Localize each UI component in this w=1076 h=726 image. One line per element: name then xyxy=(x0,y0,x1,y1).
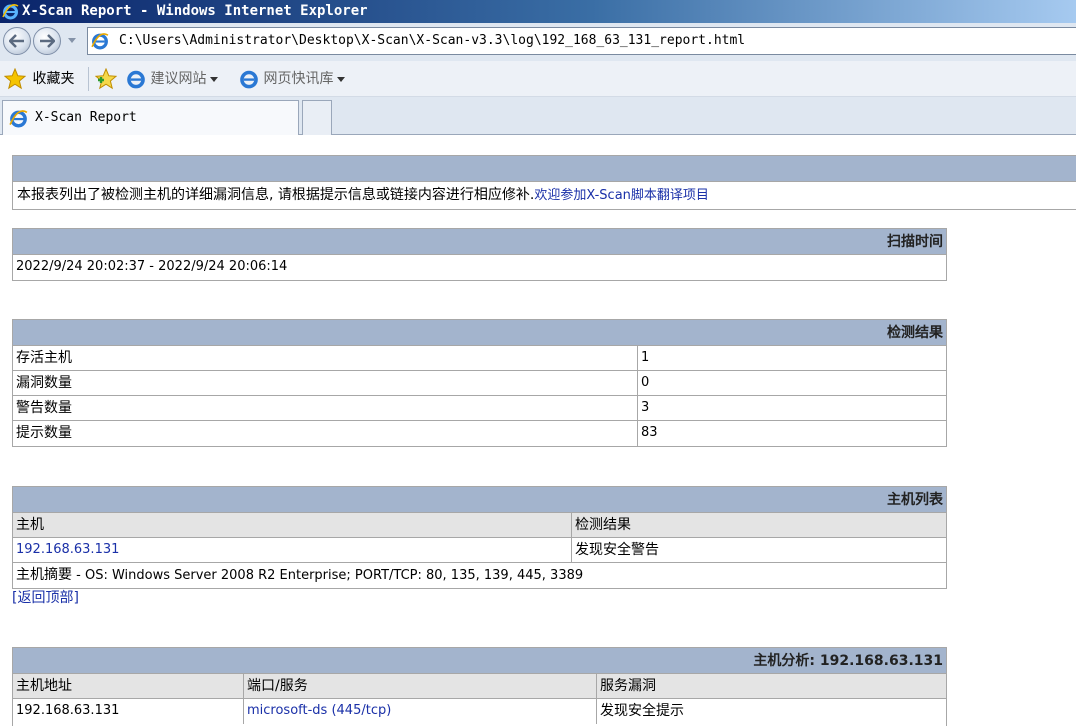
new-tab-button[interactable] xyxy=(302,100,332,135)
address-text: C:\Users\Administrator\Desktop\X-Scan\X-… xyxy=(119,33,746,48)
suggested-sites-button[interactable]: 建议网站 xyxy=(126,61,219,97)
host-summary-cell: 主机摘要 - OS: Windows Server 2008 R2 Enterp… xyxy=(13,563,946,588)
ie-logo-icon xyxy=(2,4,19,20)
host-list-table: 主机列表 主机 检测结果 192.168.63.131 发现安全警告 主机摘要 … xyxy=(12,486,947,589)
result-label: 警告数量 xyxy=(16,400,72,416)
recent-pages-dropdown[interactable] xyxy=(68,38,76,43)
separator xyxy=(88,67,89,91)
col-host-header: 主机 xyxy=(16,517,44,533)
results-row: 警告数量 3 xyxy=(13,396,946,421)
favorites-bar: 收藏夹 建议网站 网页快讯库 xyxy=(0,61,1076,97)
host-cell: 192.168.63.131 xyxy=(13,538,571,562)
host-list-header: 主机列表 xyxy=(13,487,946,513)
arrow-left-icon xyxy=(9,34,24,48)
add-favorite-star-icon xyxy=(94,67,118,90)
host-list-row: 192.168.63.131 发现安全警告 xyxy=(13,538,946,563)
host-analysis-header: 主机分析: 192.168.63.131 xyxy=(13,648,946,674)
results-row: 存活主机 1 xyxy=(13,346,946,371)
result-value: 83 xyxy=(637,421,946,446)
host-summary-label: 主机摘要 xyxy=(16,567,72,583)
result-value: 3 xyxy=(637,396,946,420)
star-icon xyxy=(3,67,27,90)
scan-time-header: 扫描时间 xyxy=(13,229,946,255)
favorites-button[interactable]: 收藏夹 xyxy=(3,61,75,97)
tab-label: X-Scan Report xyxy=(35,110,137,125)
host-analysis-column-headers: 主机地址 端口/服务 服务漏洞 xyxy=(13,674,946,699)
ie-tab-icon xyxy=(9,110,28,128)
forward-button[interactable] xyxy=(33,27,61,55)
intro-header xyxy=(13,156,1076,182)
result-value: 1 xyxy=(637,346,946,370)
scan-time-value: 2022/9/24 20:02:37 - 2022/9/24 20:06:14 xyxy=(16,259,288,274)
host-summary-value: - OS: Windows Server 2008 R2 Enterprise;… xyxy=(72,568,584,583)
translation-project-link[interactable]: 欢迎参加X-Scan脚本翻译项目 xyxy=(534,188,709,203)
ie-icon xyxy=(127,70,145,89)
tab-x-scan-report[interactable]: X-Scan Report xyxy=(2,100,299,135)
port-cell: microsoft-ds (445/tcp) xyxy=(243,699,596,724)
results-row: 漏洞数量 0 xyxy=(13,371,946,396)
result-label: 提示数量 xyxy=(16,425,72,441)
port-service-link[interactable]: microsoft-ds (445/tcp) xyxy=(247,703,391,718)
results-row: 提示数量 83 xyxy=(13,421,946,446)
arrow-right-icon xyxy=(40,34,55,48)
service-vuln: 发现安全提示 xyxy=(596,699,946,724)
back-to-top-link[interactable]: [返回顶部] xyxy=(12,588,79,608)
result-label: 漏洞数量 xyxy=(16,375,72,391)
intro-text: 本报表列出了被检测主机的详细漏洞信息, 请根据提示信息或链接内容进行相应修补. xyxy=(17,187,535,203)
host-link[interactable]: 192.168.63.131 xyxy=(16,542,119,557)
host-result: 发现安全警告 xyxy=(571,538,946,562)
intro-cell: 本报表列出了被检测主机的详细漏洞信息, 请根据提示信息或链接内容进行相应修补.欢… xyxy=(13,182,1076,209)
window-title: X-Scan Report - Windows Internet Explore… xyxy=(22,3,368,19)
host-summary-row: 主机摘要 - OS: Windows Server 2008 R2 Enterp… xyxy=(13,563,946,588)
col-result-header: 检测结果 xyxy=(571,513,946,537)
results-header: 检测结果 xyxy=(13,320,946,346)
report-page: 本报表列出了被检测主机的详细漏洞信息, 请根据提示信息或链接内容进行相应修补.欢… xyxy=(0,135,1076,726)
chevron-down-icon xyxy=(210,76,219,82)
add-favorites-button[interactable] xyxy=(94,61,118,97)
result-label: 存活主机 xyxy=(16,350,72,366)
favorites-label: 收藏夹 xyxy=(32,71,75,87)
address-bar: C:\Users\Administrator\Desktop\X-Scan\X-… xyxy=(0,23,1076,61)
ie-icon xyxy=(240,70,258,89)
host-list-column-headers: 主机 检测结果 xyxy=(13,513,946,538)
chevron-down-icon xyxy=(337,76,346,82)
intro-table: 本报表列出了被检测主机的详细漏洞信息, 请根据提示信息或链接内容进行相应修补.欢… xyxy=(12,155,1076,210)
scan-time-table: 扫描时间 2022/9/24 20:02:37 - 2022/9/24 20:0… xyxy=(12,228,947,281)
result-value: 0 xyxy=(637,371,946,395)
window-titlebar: X-Scan Report - Windows Internet Explore… xyxy=(0,0,1076,23)
host-address: 192.168.63.131 xyxy=(16,703,120,718)
col-port-header: 端口/服务 xyxy=(243,674,596,698)
tab-bar: X-Scan Report xyxy=(0,97,1076,135)
scan-time-row: 2022/9/24 20:02:37 - 2022/9/24 20:06:14 xyxy=(13,255,946,280)
host-analysis-table: 主机分析: 192.168.63.131 主机地址 端口/服务 服务漏洞 192… xyxy=(12,647,947,726)
ie-page-icon xyxy=(91,33,109,50)
suggested-sites-label: 建议网站 xyxy=(150,71,207,87)
col-address-header: 主机地址 xyxy=(16,678,72,694)
web-slice-gallery-button[interactable]: 网页快讯库 xyxy=(239,61,346,97)
host-analysis-row: 192.168.63.131 microsoft-ds (445/tcp) 发现… xyxy=(13,699,946,724)
col-vuln-header: 服务漏洞 xyxy=(596,674,946,698)
web-slice-gallery-label: 网页快讯库 xyxy=(263,71,334,87)
results-table: 检测结果 存活主机 1 漏洞数量 0 警告数量 3 提示数量 83 xyxy=(12,319,947,447)
address-field[interactable]: C:\Users\Administrator\Desktop\X-Scan\X-… xyxy=(87,27,1076,55)
intro-row: 本报表列出了被检测主机的详细漏洞信息, 请根据提示信息或链接内容进行相应修补.欢… xyxy=(13,182,1076,209)
back-button[interactable] xyxy=(3,27,31,55)
